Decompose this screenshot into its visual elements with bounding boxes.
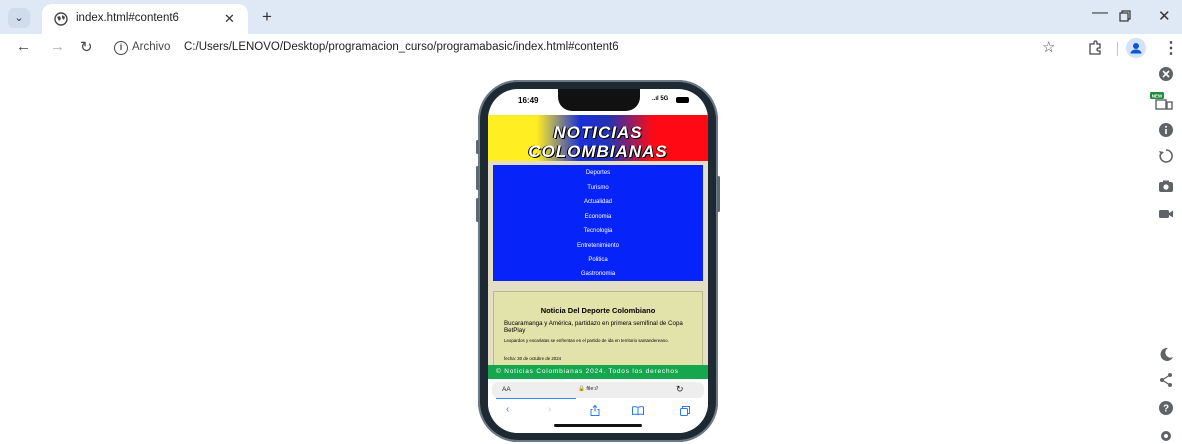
safari-bookmarks-icon[interactable] (632, 406, 644, 415)
phone-frame: 16:49 ..ıl 5G NOTICIAS COLOMBIANAS Depor… (476, 80, 720, 442)
nav-item-entretenimiento[interactable]: Entretenimiento (493, 243, 703, 249)
site-title-line-2: COLOMBIANAS (528, 142, 668, 161)
reload-icon[interactable]: ↻ (80, 38, 93, 56)
restore-icon[interactable] (1119, 10, 1131, 22)
status-time: 16:49 (518, 96, 539, 105)
record-video-icon[interactable] (1158, 206, 1174, 222)
safari-reload-icon[interactable]: ↻ (676, 384, 684, 395)
safari-progress-line (496, 398, 576, 399)
toolbar-separator (1117, 42, 1118, 56)
back-arrow-icon[interactable]: ← (16, 38, 31, 55)
site-body: Deportes Turismo Actualidad Economia Tec… (488, 161, 708, 369)
footer-text: © Noticias Colombianas 2024. Todos los d… (496, 368, 679, 375)
status-signal: ..ıl 5G (652, 96, 669, 102)
active-tab[interactable]: index.html#content6 ✕ (42, 4, 248, 34)
extensions-icon[interactable] (1087, 40, 1103, 56)
safari-text-size-button[interactable]: AA (502, 386, 511, 393)
phone-mute-switch (476, 140, 479, 154)
site-title-line-1: NOTICIAS (553, 123, 643, 142)
safari-forward-icon[interactable]: › (548, 404, 551, 415)
safari-url-text: file:// (586, 386, 599, 392)
nav-item-tecnologia[interactable]: Tecnologia (493, 228, 703, 234)
article-lead: Bucaramanga y América, partidazo en prim… (504, 320, 683, 334)
phone-screen: 16:49 ..ıl 5G NOTICIAS COLOMBIANAS Depor… (488, 89, 708, 433)
new-tab-icon[interactable]: + (262, 7, 272, 27)
menu-kebab-icon[interactable]: ⋮ (1163, 38, 1179, 58)
rotate-icon[interactable] (1158, 148, 1174, 164)
svg-text:?: ? (1163, 404, 1169, 415)
nav-item-actualidad[interactable]: Actualidad (493, 199, 703, 205)
home-indicator (554, 424, 642, 427)
safari-tabs-icon[interactable] (680, 406, 690, 416)
share-icon[interactable] (1158, 372, 1174, 388)
tab-title: index.html#content6 (76, 12, 179, 24)
minimize-icon[interactable]: — (1092, 4, 1108, 22)
nav-item-deportes[interactable]: Deportes (493, 170, 703, 176)
forward-arrow-icon[interactable]: → (50, 38, 65, 55)
tab-strip: ⌄ index.html#content6 ✕ + — ✕ (0, 0, 1182, 34)
device-toggle-new-icon[interactable]: NEW (1150, 92, 1176, 110)
news-article: Noticia Del Deporte Colombiano Bucaraman… (493, 291, 703, 367)
info-icon[interactable]: i (114, 41, 128, 55)
svg-text:NEW: NEW (1152, 94, 1163, 99)
bookmark-star-icon[interactable]: ☆ (1042, 38, 1055, 56)
site-nav: Deportes Turismo Actualidad Economia Tec… (493, 165, 703, 281)
safari-url[interactable]: 🔒 file:// (578, 386, 598, 392)
info-circle-icon[interactable] (1158, 122, 1174, 138)
close-window-icon[interactable]: ✕ (1158, 7, 1171, 25)
phone-volume-up (476, 166, 479, 190)
help-icon[interactable]: ? (1158, 400, 1174, 416)
safari-back-icon[interactable]: ‹ (506, 404, 509, 415)
nav-item-turismo[interactable]: Turismo (493, 185, 703, 191)
site-title: NOTICIAS COLOMBIANAS (488, 123, 708, 161)
screenshot-camera-icon[interactable] (1158, 178, 1174, 194)
toolbar: ← → ↻ i Archivo C:/Users/LENOVO/Desktop/… (0, 34, 1182, 64)
file-chip[interactable]: Archivo (132, 41, 170, 53)
settings-gear-icon[interactable] (1158, 428, 1174, 444)
tab-search-chevron-icon[interactable]: ⌄ (8, 8, 30, 28)
battery-icon (676, 97, 689, 103)
site-header: NOTICIAS COLOMBIANAS (488, 115, 708, 161)
phone-volume-down (476, 198, 479, 222)
dark-mode-moon-icon[interactable] (1158, 346, 1174, 362)
close-circle-icon[interactable] (1158, 66, 1174, 82)
tab-close-icon[interactable]: ✕ (224, 11, 235, 27)
article-title: Noticia Del Deporte Colombiano (540, 306, 656, 315)
nav-item-economia[interactable]: Economia (493, 214, 703, 220)
nav-item-gastronomia[interactable]: Gastronomia (493, 271, 703, 277)
safari-share-icon[interactable] (590, 405, 600, 416)
article-date: fecha: 30 de octubre de 2024 (504, 356, 562, 361)
site-footer: © Noticias Colombianas 2024. Todos los d… (488, 365, 708, 379)
profile-avatar-icon[interactable] (1126, 38, 1146, 58)
phone-power-button (717, 176, 720, 212)
safari-bottom-bar: AA 🔒 file:// ↻ ‹ › (488, 379, 708, 433)
address-bar[interactable]: i Archivo C:/Users/LENOVO/Desktop/progra… (106, 36, 1068, 60)
url-text[interactable]: C:/Users/LENOVO/Desktop/programacion_cur… (184, 41, 619, 53)
globe-icon (54, 12, 68, 26)
nav-item-politica[interactable]: Politica (493, 257, 703, 263)
dynamic-island (558, 89, 640, 111)
article-text: Leopardos y escarlatas se enfrentan en e… (504, 338, 669, 343)
